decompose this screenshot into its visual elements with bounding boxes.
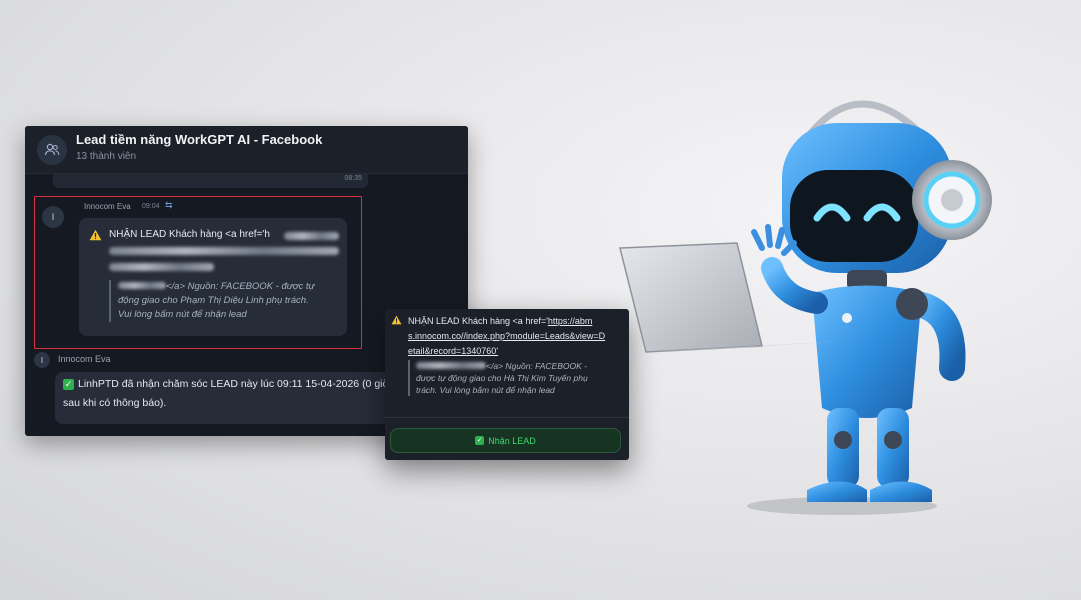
redacted-name [118,282,166,289]
redacted-text [109,247,339,255]
check-icon: ✓ [63,378,74,390]
warning-icon [89,229,102,241]
previous-message-bubble: 08:35 [53,174,368,188]
quote-line: được tự động giao cho Hà Thị Kim Tuyến p… [416,373,588,383]
quote-line: </a> Nguồn: FACEBOOK - [486,361,587,371]
warning-icon [391,315,402,325]
robot-illustration [619,100,992,515]
chat-header: Lead tiềm năng WorkGPT AI - Facebook 13 … [25,126,468,174]
message-sender: Innocom Eva [58,354,111,364]
previous-message-time: 08:35 [344,175,362,182]
popup-quote: </a> Nguồn: FACEBOOK - được tự động giao… [408,360,618,396]
lead-link[interactable]: https://abm [548,316,593,326]
lead-link[interactable]: etail&record=1340760' [408,346,498,356]
lead-link[interactable]: s.innocom.co//index.php?module=Leads&vie… [408,331,605,341]
confirm-message-text: LinhPTD đã nhận chăm sóc LEAD này lúc 09… [78,378,399,390]
popup-line: NHẬN LEAD Khách hàng <a href='https://ab… [408,316,592,326]
lead-message-quote: </a> Nguồn: FACEBOOK - được tự động giao… [109,280,339,322]
lead-message-text: NHẬN LEAD Khách hàng <a href='h [109,229,270,240]
member-count: 13 thành viên [76,151,137,162]
quote-line: trách. Vui lòng bấm nút để nhận lead [416,385,555,395]
check-icon: ✓ [475,436,485,445]
accept-lead-button[interactable]: ✓ Nhận LEAD [390,428,621,453]
users-icon [44,143,60,156]
accept-lead-label: Nhận LEAD [488,435,536,446]
redacted-name [416,362,486,369]
group-title[interactable]: Lead tiềm năng WorkGPT AI - Facebook [76,132,322,147]
group-avatar[interactable] [37,135,67,165]
divider [385,417,629,418]
lead-message-bubble: NHẬN LEAD Khách hàng <a href='h </a> Ngu… [79,218,347,336]
quote-line: Vui lòng bấm nút để nhận lead [118,309,247,320]
quote-line: động giao cho Phạm Thị Diệu Linh phụ trá… [118,295,309,306]
confirm-message-line: ✓ LinhPTD đã nhận chăm sóc LEAD này lúc 0… [63,378,398,390]
quote-line: </a> Nguồn: FACEBOOK - được tự [166,281,315,292]
popup-line-text: NHẬN LEAD Khách hàng <a href=' [408,316,548,326]
redacted-text [109,263,214,271]
redacted-text [284,232,339,240]
avatar[interactable]: I [34,352,50,368]
zoomed-lead-card: NHẬN LEAD Khách hàng <a href='https://ab… [385,309,629,460]
confirm-message-text: sau khi có thông báo). [63,397,167,409]
